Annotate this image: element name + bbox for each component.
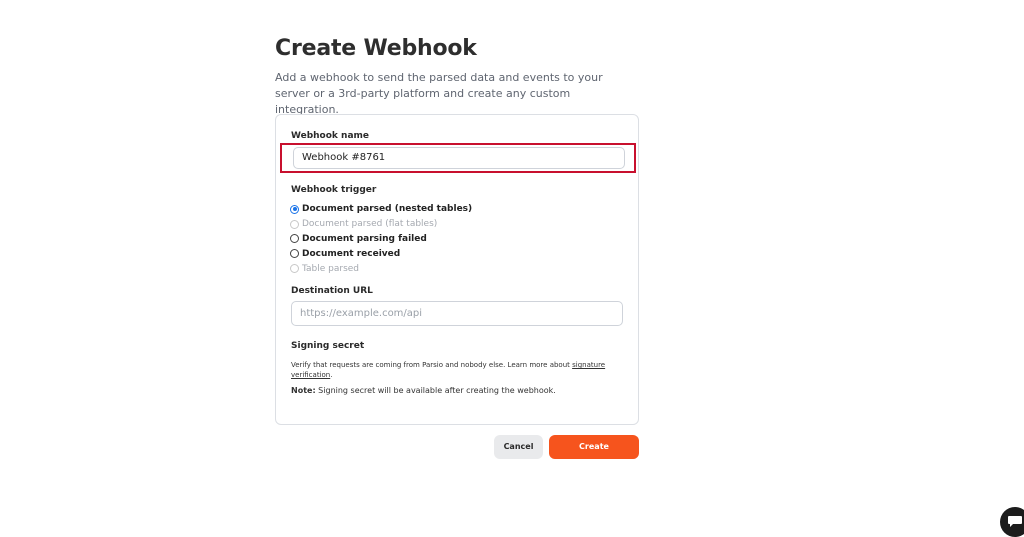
webhook-name-label: Webhook name [291,131,370,141]
webhook-form-card: Webhook name Webhook #8761 Webhook trigg… [275,114,639,425]
form-actions: Cancel Create webhook [494,435,639,475]
radio-button-disabled [290,264,299,274]
destination-url-label: Destination URL [291,286,373,296]
secret-desc-end: . [330,371,333,379]
chat-launcher-button[interactable] [1000,507,1024,537]
trigger-option-label: Document received [302,248,401,259]
destination-url-input[interactable]: https://example.com/api [291,301,623,326]
trigger-option-label: Document parsed (nested tables) [302,204,473,215]
cancel-button[interactable]: Cancel [494,435,543,459]
trigger-option-table-parsed: Table parsed [290,261,472,276]
webhook-trigger-label: Webhook trigger [291,185,377,195]
trigger-option-label: Table parsed [302,263,360,274]
radio-button-disabled [290,219,299,229]
chat-bubble-icon [1008,516,1022,527]
signing-secret-note: Note: Signing secret will be available a… [291,386,556,395]
trigger-option-document-received[interactable]: Document received [290,246,472,261]
page-subtitle: Add a webhook to send the parsed data an… [275,71,603,116]
trigger-option-flat-tables: Document parsed (flat tables) [290,217,472,232]
create-webhook-button[interactable]: Create webhook [549,435,639,475]
note-label: Note: [291,386,316,395]
radio-button[interactable] [290,249,299,259]
radio-button-checked[interactable] [290,204,299,214]
create-webhook-page: Create Webhook Add a webhook to send the… [275,34,639,475]
page-title: Create Webhook [275,36,477,61]
radio-button[interactable] [290,234,299,244]
webhook-name-input[interactable]: Webhook #8761 [293,147,625,169]
trigger-radio-group: Document parsed (nested tables) Document… [290,202,472,276]
signing-secret-description: Verify that requests are coming from Par… [291,360,626,380]
trigger-option-parsing-failed[interactable]: Document parsing failed [290,232,472,247]
trigger-option-nested-tables[interactable]: Document parsed (nested tables) [290,202,472,217]
trigger-option-label: Document parsing failed [302,233,427,244]
secret-desc-text: Verify that requests are coming from Par… [291,361,573,369]
highlight-box: Webhook #8761 [280,143,636,173]
signing-secret-label: Signing secret [291,341,365,351]
trigger-option-label: Document parsed (flat tables) [302,219,438,230]
note-text: Signing secret will be available after c… [315,386,556,395]
